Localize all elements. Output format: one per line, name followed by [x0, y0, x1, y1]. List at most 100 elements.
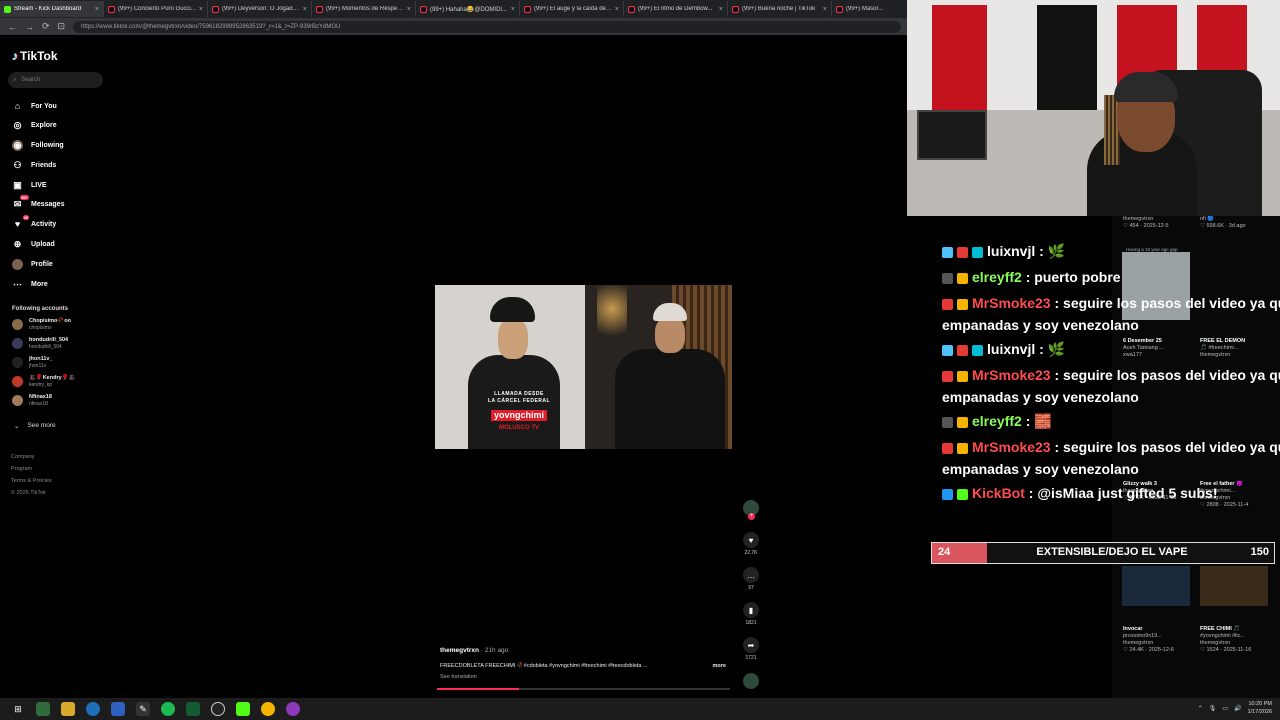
app-icon-2[interactable] — [111, 702, 125, 716]
footer-terms[interactable]: Terms & Policies — [11, 475, 52, 487]
goal-target: 150 — [1250, 546, 1269, 558]
browser-tab[interactable]: (99+) Buena noche | TikTok × — [728, 1, 832, 17]
caption-author[interactable]: themegvtrxn — [440, 647, 479, 654]
chat-username[interactable]: KickBot — [972, 485, 1025, 501]
kick-icon[interactable] — [236, 702, 250, 716]
url-field[interactable]: https://www.tiktok.com/@themegvtrxn/vide… — [73, 20, 901, 33]
creator-avatar[interactable]: + — [740, 500, 762, 520]
chat-username[interactable]: luixnvjl — [987, 341, 1035, 357]
messages-icon: ✉ 99+ — [13, 194, 29, 209]
back-icon[interactable]: ← — [8, 22, 17, 32]
nav-upload[interactable]: ⊕ Upload — [12, 238, 55, 250]
see-translation-link[interactable]: See translation — [440, 674, 477, 680]
more-icon: ⋯ — [13, 278, 22, 289]
search-input[interactable]: ⌕ Search — [8, 72, 103, 88]
reload-icon[interactable]: ⟳ — [42, 21, 50, 32]
save-button[interactable]: ▮ 1821 — [740, 602, 762, 626]
badge-icon — [957, 344, 968, 356]
following-account[interactable]: 🎩🌹Kendry🌹🎩 kendry_kp — [12, 375, 75, 388]
tray-chevron-icon[interactable]: ⌃ — [1198, 705, 1203, 712]
nav-explore[interactable]: ◎ Explore — [12, 119, 57, 131]
music-disc[interactable] — [740, 673, 762, 689]
thumb-sub: #yovngchimi #llc... — [1200, 633, 1245, 639]
search-placeholder: Search — [21, 77, 41, 83]
nav-friends[interactable]: ⚇ Friends — [12, 159, 56, 171]
browser-tab[interactable]: (99+) Masor...× — [832, 1, 907, 17]
edge-browser-icon[interactable] — [86, 702, 100, 716]
share-button[interactable]: ➦ 1721 — [740, 637, 762, 661]
badge-icon — [957, 272, 968, 284]
footer-company[interactable]: Company — [11, 451, 52, 463]
tab-close-icon[interactable]: × — [95, 6, 99, 13]
avatar — [12, 395, 23, 406]
chat-username[interactable]: elreyff2 — [972, 413, 1022, 429]
site-info-icon[interactable]: ⊡ — [58, 21, 66, 32]
spotify-icon[interactable] — [161, 702, 175, 716]
chat-username[interactable]: luixnvjl — [987, 243, 1035, 259]
nav-activity[interactable]: ♥ 26 Activity — [12, 214, 56, 230]
chat-username[interactable]: MrSmoke23 — [972, 367, 1051, 383]
nav-for-you[interactable]: ⌂ For You — [12, 100, 57, 112]
chat-username[interactable]: MrSmoke23 — [972, 439, 1051, 455]
app-icon-1[interactable] — [36, 702, 50, 716]
browser-tab[interactable]: (99+) Deyverson: O Jogador... × — [208, 1, 312, 17]
browser-tab[interactable]: (99+) El auge y la caída de C... × — [520, 1, 624, 17]
tab-close-icon[interactable]: × — [303, 6, 307, 13]
network-icon[interactable]: ▭ — [1222, 705, 1228, 712]
volume-icon[interactable]: 🔊 — [1234, 705, 1241, 712]
thumb-image-8[interactable] — [1200, 566, 1268, 606]
browser-tab[interactable]: (99+) Momentos de Respeto... × — [312, 1, 416, 17]
windows-start-icon[interactable]: ⊞ — [11, 702, 25, 716]
tab-close-icon[interactable]: × — [823, 6, 827, 13]
video-progress-bar[interactable] — [437, 688, 730, 690]
browser-tab[interactable]: (99+) Concierto Puro Gucci... × — [104, 1, 208, 17]
chrome-icon[interactable] — [261, 702, 275, 716]
thumb-meta-2[interactable]: nfi 🔵 ♡ 598.6K · 3d ago — [1200, 216, 1246, 230]
browser-tab[interactable]: (99+) El ritmo de Dembow... × — [624, 1, 728, 17]
tiktok-logo[interactable]: ♪ TikTok — [12, 49, 58, 63]
thumb-meta-7[interactable]: Invocar prossimo9x19... themegvtrxn ♡ 24… — [1123, 626, 1174, 654]
nav-profile[interactable]: Profile — [12, 258, 53, 270]
nav-live[interactable]: ▣ LIVE — [12, 179, 46, 191]
tab-close-icon[interactable]: × — [719, 6, 723, 13]
pen-app-icon[interactable]: ✎ — [136, 702, 150, 716]
nav-messages[interactable]: ✉ 99+ Messages — [12, 194, 64, 210]
tiktok-icon — [524, 5, 531, 13]
thumb-meta-8[interactable]: FREE CHIMI 🎵 #yovngchimi #llc... themegv… — [1200, 626, 1251, 654]
forward-icon[interactable]: → — [25, 22, 34, 32]
black-curtain — [1037, 5, 1097, 125]
account-name: 🎩🌹Kendry🌹🎩 — [29, 375, 76, 381]
caption-more-button[interactable]: more — [713, 663, 726, 669]
video-player[interactable]: LLAMADA DESDE LA CÁRCEL FEDERAL yovngchi… — [435, 285, 732, 449]
badge-icon — [942, 488, 953, 500]
browser-tab[interactable]: (99+) Hahaha😂@DOMIDI... × — [416, 1, 520, 17]
following-account[interactable]: Nfinax18 nfinax18 — [12, 394, 52, 407]
thumb-image-7[interactable] — [1122, 566, 1190, 606]
follow-plus-icon[interactable]: + — [748, 513, 755, 520]
thumb-meta-1[interactable]: themegvtrxn ♡ 454 · 2025-12-5 — [1123, 216, 1169, 230]
tab-close-icon[interactable]: × — [199, 6, 203, 13]
comment-button[interactable]: … 97 — [740, 567, 762, 591]
app-icon-4[interactable] — [286, 702, 300, 716]
following-account[interactable]: Chopisimo🥀oo chopisimo — [12, 318, 71, 331]
tab-close-icon[interactable]: × — [407, 6, 411, 13]
browser-tab[interactable]: Stream - Kick Dashboard × — [0, 1, 104, 17]
nav-following[interactable]: ◉ Following — [12, 139, 64, 151]
following-account[interactable]: jhon11v_ jhon11v — [12, 356, 53, 369]
system-clock[interactable]: 10:20 PM 1/17/2026 — [1248, 700, 1272, 716]
see-more-button[interactable]: ⌄ See more — [14, 422, 56, 430]
mic-icon[interactable]: 🎙 — [1209, 705, 1217, 712]
avatar — [12, 338, 23, 349]
app-icon-3[interactable] — [186, 702, 200, 716]
obs-icon[interactable] — [211, 702, 225, 716]
chat-username[interactable]: MrSmoke23 — [972, 295, 1051, 311]
thumb-author: themegvtrxn — [1123, 640, 1154, 646]
file-explorer-icon[interactable] — [61, 702, 75, 716]
following-account[interactable]: hondudrill_504 hondudrill_504 — [12, 337, 68, 350]
footer-program[interactable]: Program — [11, 463, 52, 475]
chat-username[interactable]: elreyff2 — [972, 269, 1022, 285]
tab-close-icon[interactable]: × — [615, 6, 619, 13]
like-button[interactable]: ♥ 22.7K — [740, 532, 762, 556]
nav-more[interactable]: ⋯ More — [12, 278, 48, 290]
tab-close-icon[interactable]: × — [511, 6, 515, 13]
